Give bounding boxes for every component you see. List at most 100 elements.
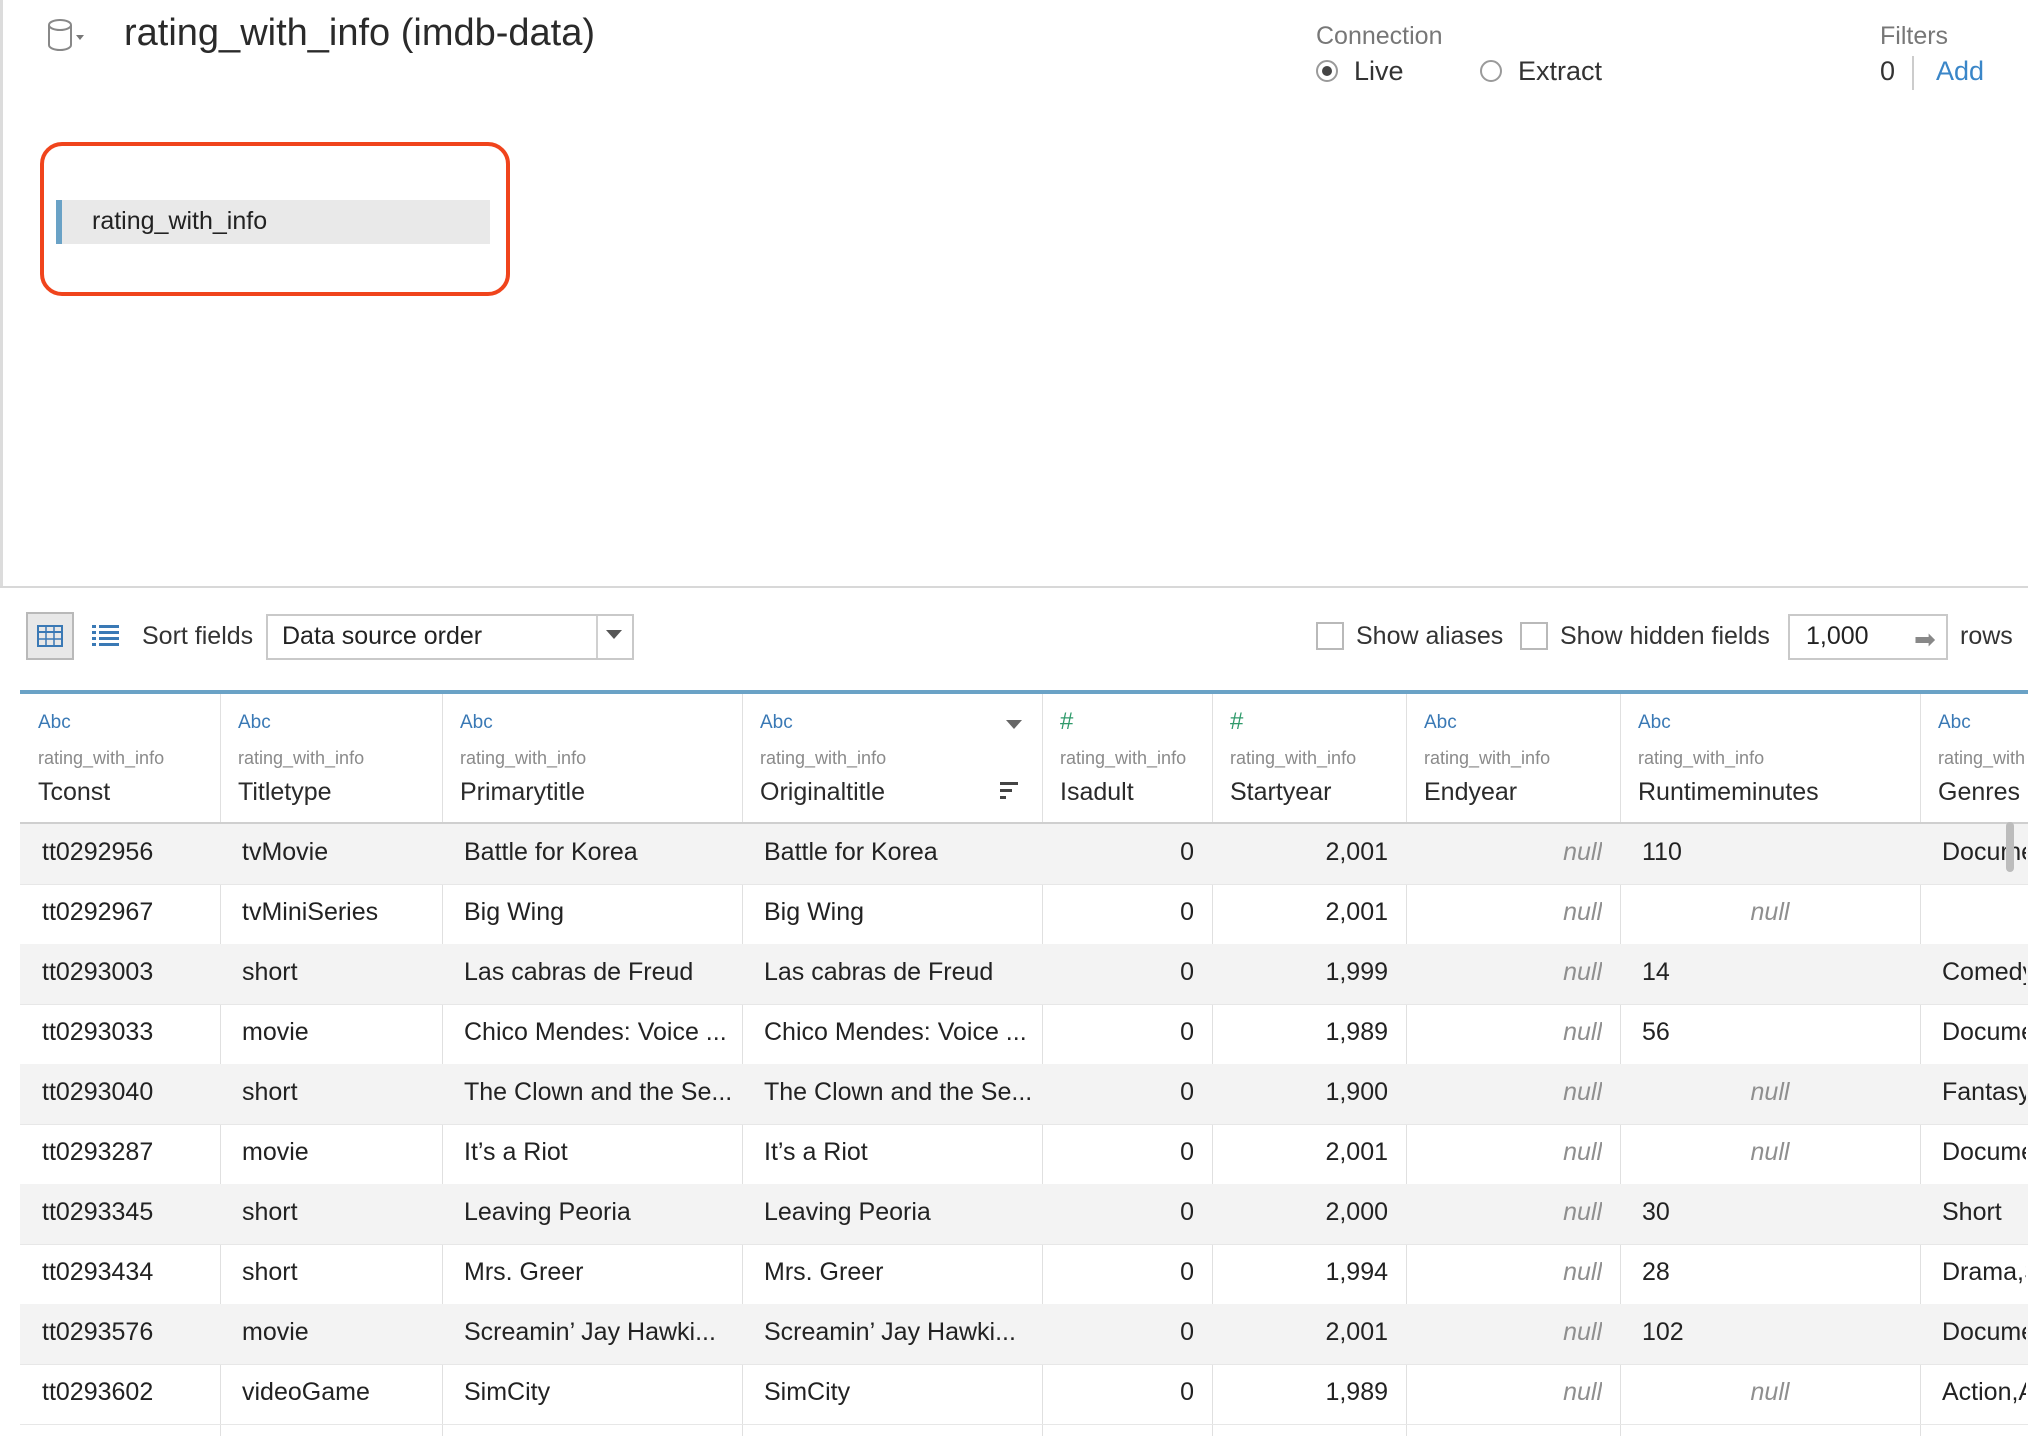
column-header[interactable]: Originaltitle: [760, 778, 885, 807]
table-cell[interactable]: movie: [242, 1318, 440, 1347]
table-cell[interactable]: 0: [1042, 1138, 1194, 1167]
chevron-down-icon[interactable]: [606, 630, 622, 639]
table-cell[interactable]: Las cabras de Freud: [764, 958, 1040, 987]
table-cell[interactable]: Docume: [1942, 1138, 2026, 1167]
table-cell[interactable]: short: [242, 1258, 440, 1287]
table-cell[interactable]: tt0292956: [42, 838, 218, 867]
string-type-icon[interactable]: Abc: [1638, 712, 1671, 734]
table-cell[interactable]: 1,900: [1212, 1078, 1388, 1107]
column-header[interactable]: Titletype: [238, 778, 332, 807]
table-cell[interactable]: 110: [1642, 838, 1918, 867]
table-cell[interactable]: tvMovie: [242, 838, 440, 867]
table-cell[interactable]: Chico Mendes: Voice ...: [464, 1018, 740, 1047]
table-cell[interactable]: The Clown and the Se...: [464, 1078, 740, 1107]
column-header[interactable]: Primarytitle: [460, 778, 585, 807]
table-cell[interactable]: tt0293345: [42, 1198, 218, 1227]
table-cell[interactable]: SimCity: [764, 1378, 1040, 1407]
data-source-icon[interactable]: [44, 16, 84, 56]
table-cell[interactable]: 0: [1042, 838, 1194, 867]
table-cell[interactable]: null: [1406, 958, 1602, 987]
table-cell[interactable]: 2,000: [1212, 1198, 1388, 1227]
pane-divider[interactable]: [0, 586, 2028, 588]
table-cell[interactable]: Big Wing: [764, 898, 1040, 927]
table-cell[interactable]: 102: [1642, 1318, 1918, 1347]
table-cell[interactable]: null: [1620, 1378, 1920, 1407]
table-cell[interactable]: 2,001: [1212, 1138, 1388, 1167]
table-cell[interactable]: tt0292967: [42, 898, 218, 927]
table-cell[interactable]: null: [1406, 1258, 1602, 1287]
table-cell[interactable]: 2,001: [1212, 838, 1388, 867]
table-cell[interactable]: Mrs. Greer: [764, 1258, 1040, 1287]
table-cell[interactable]: 0: [1042, 1318, 1194, 1347]
table-cell[interactable]: null: [1620, 1078, 1920, 1107]
table-cell[interactable]: null: [1406, 898, 1602, 927]
extract-radio[interactable]: [1480, 60, 1502, 82]
table-cell[interactable]: null: [1406, 838, 1602, 867]
column-header[interactable]: Tconst: [38, 778, 110, 807]
table-cell[interactable]: tt0293602: [42, 1378, 218, 1407]
live-radio[interactable]: [1316, 60, 1338, 82]
table-cell[interactable]: null: [1406, 1198, 1602, 1227]
table-cell[interactable]: Battle for Korea: [464, 838, 740, 867]
table-cell[interactable]: Screamin’ Jay Hawki...: [764, 1318, 1040, 1347]
table-tile-label[interactable]: rating_with_info: [92, 207, 267, 236]
table-cell[interactable]: 2,001: [1212, 898, 1388, 927]
table-cell[interactable]: null: [1406, 1018, 1602, 1047]
table-cell[interactable]: 0: [1042, 1018, 1194, 1047]
vertical-scrollbar[interactable]: [2006, 822, 2014, 872]
table-cell[interactable]: Big Wing: [464, 898, 740, 927]
table-cell[interactable]: Leaving Peoria: [764, 1198, 1040, 1227]
table-cell[interactable]: Short: [1942, 1198, 2026, 1227]
extract-radio-label[interactable]: Extract: [1518, 56, 1602, 87]
table-cell[interactable]: 0: [1042, 958, 1194, 987]
show-hidden-fields-label[interactable]: Show hidden fields: [1560, 622, 1770, 651]
number-type-icon[interactable]: #: [1230, 708, 1243, 736]
table-cell[interactable]: 0: [1042, 1198, 1194, 1227]
table-cell[interactable]: Fantasy: [1942, 1078, 2026, 1107]
table-cell[interactable]: short: [242, 1078, 440, 1107]
table-cell[interactable]: Mrs. Greer: [464, 1258, 740, 1287]
table-cell[interactable]: Chico Mendes: Voice ...: [764, 1018, 1040, 1047]
arrow-right-icon[interactable]: ➡: [1914, 624, 1936, 655]
table-cell[interactable]: Docume: [1942, 1318, 2026, 1347]
string-type-icon[interactable]: Abc: [38, 712, 71, 734]
table-cell[interactable]: 0: [1042, 898, 1194, 927]
table-cell[interactable]: Las cabras de Freud: [464, 958, 740, 987]
table-cell[interactable]: tt0293287: [42, 1138, 218, 1167]
live-radio-label[interactable]: Live: [1354, 56, 1404, 87]
table-cell[interactable]: tt0293033: [42, 1018, 218, 1047]
table-cell[interactable]: tt0293003: [42, 958, 218, 987]
string-type-icon[interactable]: Abc: [460, 712, 493, 734]
table-cell[interactable]: 0: [1042, 1078, 1194, 1107]
sort-indicator-icon[interactable]: [1000, 780, 1020, 802]
column-header[interactable]: Genres: [1938, 778, 2020, 807]
number-type-icon[interactable]: #: [1060, 708, 1073, 736]
add-filter-link[interactable]: Add: [1936, 56, 1984, 87]
table-cell[interactable]: 1,999: [1212, 958, 1388, 987]
column-header[interactable]: Runtimeminutes: [1638, 778, 1819, 807]
sort-fields-value[interactable]: Data source order: [282, 622, 482, 651]
table-cell[interactable]: short: [242, 1198, 440, 1227]
table-cell[interactable]: Screamin’ Jay Hawki...: [464, 1318, 740, 1347]
table-cell[interactable]: tt0293040: [42, 1078, 218, 1107]
table-cell[interactable]: 1,989: [1212, 1018, 1388, 1047]
column-header[interactable]: Startyear: [1230, 778, 1331, 807]
column-header[interactable]: Endyear: [1424, 778, 1517, 807]
column-menu-chevron-icon[interactable]: [1006, 720, 1022, 729]
show-aliases-checkbox[interactable]: [1316, 622, 1344, 650]
show-aliases-label[interactable]: Show aliases: [1356, 622, 1503, 651]
rows-count-value[interactable]: 1,000: [1806, 622, 1869, 651]
string-type-icon[interactable]: Abc: [760, 712, 793, 734]
table-cell[interactable]: It’s a Riot: [464, 1138, 740, 1167]
table-cell[interactable]: It’s a Riot: [764, 1138, 1040, 1167]
table-cell[interactable]: Drama,S: [1942, 1258, 2026, 1287]
table-cell[interactable]: Docume: [1942, 1018, 2026, 1047]
table-cell[interactable]: short: [242, 958, 440, 987]
table-cell[interactable]: 0: [1042, 1258, 1194, 1287]
column-header[interactable]: Isadult: [1060, 778, 1134, 807]
table-cell[interactable]: null: [1406, 1078, 1602, 1107]
table-cell[interactable]: null: [1620, 1138, 1920, 1167]
string-type-icon[interactable]: Abc: [1424, 712, 1457, 734]
string-type-icon[interactable]: Abc: [238, 712, 271, 734]
list-view-icon[interactable]: [90, 620, 122, 652]
